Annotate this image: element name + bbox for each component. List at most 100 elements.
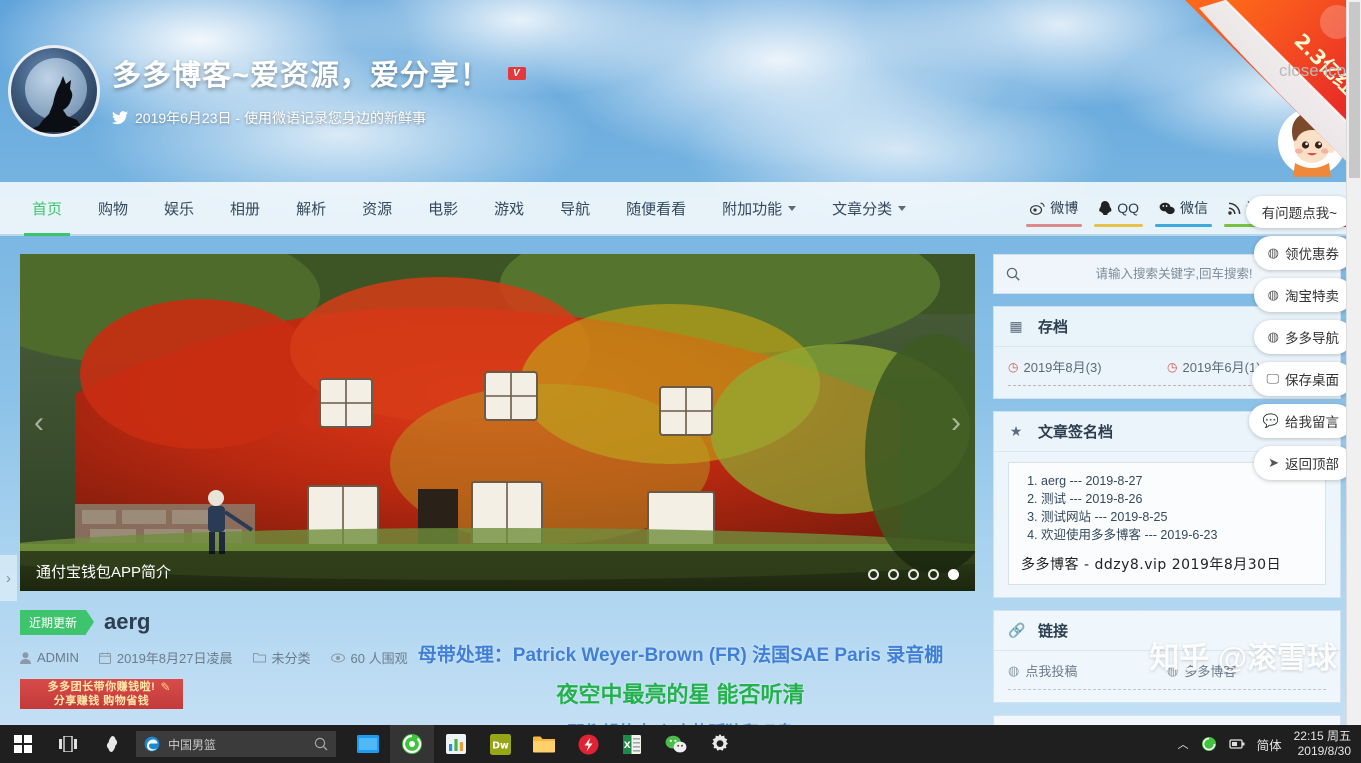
- vertical-scrollbar[interactable]: [1346, 0, 1361, 725]
- taskbar-app-browser[interactable]: [390, 725, 434, 763]
- task-view-button[interactable]: [46, 725, 90, 763]
- social-underline: [1026, 224, 1083, 227]
- taskbar-app-wechat[interactable]: [654, 725, 698, 763]
- float-tip[interactable]: 有问题点我~: [1245, 196, 1353, 228]
- scrollbar-thumb[interactable]: [1349, 2, 1360, 178]
- slider-prev-arrow[interactable]: ‹: [34, 407, 44, 438]
- list-item[interactable]: 测试 --- 2019-8-26: [1041, 490, 1313, 508]
- signature-footer: 多多博客 - ddzy8.vip 2019年8月30日: [1021, 557, 1282, 573]
- nav-item-games[interactable]: 游戏: [476, 182, 542, 234]
- settings-gear-icon: [712, 734, 728, 751]
- float-button-navigation[interactable]: ◍ 多多导航: [1253, 320, 1353, 354]
- featured-slider[interactable]: ‹ › 通付宝钱包APP简介: [20, 254, 975, 591]
- corner-peel-ad[interactable]: 2.3亿红包 close-icon: [1185, 0, 1361, 176]
- chevron-down-icon: [898, 205, 907, 211]
- dreamweaver-icon: Dw: [489, 733, 511, 755]
- calendar-icon: ▦: [1009, 318, 1023, 334]
- site-avatar: [8, 45, 100, 137]
- nav-label: 文章分类: [832, 200, 893, 218]
- float-tip-label: 有问题点我~: [1261, 206, 1337, 221]
- nav-label: 首页: [32, 200, 63, 218]
- slider-next-arrow[interactable]: ›: [951, 407, 961, 438]
- float-button-taobao[interactable]: ◍ 淘宝特卖: [1253, 278, 1353, 312]
- list-item[interactable]: 测试网站 --- 2019-8-25: [1041, 508, 1313, 526]
- clock-time: 22:15 周五: [1293, 729, 1351, 743]
- cortana-button[interactable]: [90, 725, 134, 763]
- site-subtitle: 2019年6月23日 - 使用微语记录您身边的新鲜事: [112, 108, 426, 128]
- nav-item-album[interactable]: 相册: [212, 182, 278, 234]
- taskbar-search-box[interactable]: 中国男篮: [136, 731, 336, 757]
- float-button-coupons[interactable]: ◍ 领优惠券: [1253, 236, 1353, 270]
- link-label: 多多博客: [1184, 664, 1237, 679]
- user-icon: [20, 651, 31, 664]
- slider-dot-1[interactable]: [868, 569, 879, 580]
- links-body: ◍ 点我投稿 ◍ 多多博客: [994, 651, 1340, 702]
- article-title[interactable]: aerg: [104, 609, 150, 635]
- link-item-blog[interactable]: ◍ 多多博客: [1167, 661, 1326, 680]
- nav-item-home[interactable]: 首页: [14, 182, 80, 236]
- clock-icon: ◷: [1008, 359, 1019, 374]
- nav-label: 游戏: [494, 200, 525, 218]
- 360-tray-icon[interactable]: [1201, 736, 1217, 752]
- nav-item-parse[interactable]: 解析: [278, 182, 344, 234]
- taskbar-app-excel[interactable]: X: [610, 725, 654, 763]
- article-meta: ADMIN 2019年8月27日凌晨 未分类 60 人围观: [20, 648, 975, 667]
- slider-image-ivy-cottage: [20, 254, 975, 591]
- close-icon[interactable]: close-icon: [1279, 62, 1356, 79]
- tray-icon[interactable]: [1228, 737, 1245, 751]
- taskbar-search-text: 中国男篮: [168, 737, 217, 752]
- taskbar-app-dreamweaver[interactable]: Dw: [478, 725, 522, 763]
- link-item-submit[interactable]: ◍ 点我投稿: [1008, 661, 1167, 680]
- nav-item-navigation[interactable]: 导航: [542, 182, 608, 234]
- taskbar-app-chart[interactable]: [434, 725, 478, 763]
- wechat-icon: [1159, 202, 1175, 214]
- taskbar-app-settings[interactable]: [698, 725, 742, 763]
- social-link-wechat[interactable]: 微信: [1149, 182, 1218, 234]
- social-link-qq[interactable]: QQ: [1088, 182, 1149, 234]
- archive-item-label: 2019年8月(3): [1023, 360, 1102, 375]
- nav-item-extra-features[interactable]: 附加功能: [704, 182, 814, 234]
- list-item[interactable]: 欢迎使用多多博客 --- 2019-6-23: [1041, 526, 1313, 544]
- qq-icon: [1099, 201, 1112, 215]
- nav-item-movies[interactable]: 电影: [410, 182, 476, 234]
- slider-dots: [868, 569, 959, 580]
- search-icon: [1006, 267, 1020, 281]
- slider-dot-4[interactable]: [928, 569, 939, 580]
- windows-start-icon: [14, 735, 32, 753]
- widget-links: 🔗 链接 ◍ 点我投稿 ◍ 多多博客: [993, 610, 1341, 703]
- taskbar-app-window[interactable]: [346, 725, 390, 763]
- float-button-save-desktop[interactable]: 🖵 保存桌面: [1252, 362, 1353, 396]
- links-title: 🔗 链接: [994, 611, 1340, 651]
- side-panel-toggle[interactable]: ›: [0, 555, 17, 601]
- ime-indicator[interactable]: 简体: [1257, 735, 1282, 754]
- page-content: ‹ › 通付宝钱包APP简介 近期更新 aerg ADMIN 2019年8月27…: [0, 236, 1361, 725]
- system-tray: ︿ 简体 22:15 周五 2019/8/30: [1178, 729, 1361, 759]
- archive-title-text: 存档: [1038, 319, 1069, 336]
- taskbar-clock[interactable]: 22:15 周五 2019/8/30: [1294, 729, 1351, 759]
- eye-icon: [330, 653, 345, 662]
- slider-dot-5[interactable]: [948, 569, 959, 580]
- slider-dot-2[interactable]: [888, 569, 899, 580]
- float-button-back-to-top[interactable]: ➤ 返回顶部: [1254, 446, 1353, 480]
- nav-item-browse[interactable]: 随便看看: [608, 182, 704, 234]
- site-title: 多多博客~爱资源，爱分享！ V: [112, 52, 526, 94]
- float-button-label: 给我留言: [1285, 415, 1339, 430]
- article-header: 近期更新 aerg: [20, 609, 975, 635]
- send-icon: ➤: [1268, 455, 1279, 470]
- nav-item-shopping[interactable]: 购物: [80, 182, 146, 234]
- meta-author: ADMIN: [20, 650, 79, 665]
- float-button-leave-message[interactable]: 💬 给我留言: [1248, 404, 1353, 438]
- nav-item-resources[interactable]: 资源: [344, 182, 410, 234]
- archive-item-aug[interactable]: ◷ 2019年8月(3): [1008, 357, 1167, 376]
- article-ad-banner[interactable]: ✎ 多多团长带你赚钱啦! 分享赚钱 购物省钱: [20, 679, 183, 709]
- social-link-weibo[interactable]: 微博: [1020, 182, 1088, 234]
- slider-dot-3[interactable]: [908, 569, 919, 580]
- nav-item-entertainment[interactable]: 娱乐: [146, 182, 212, 234]
- social-label: 微博: [1050, 200, 1079, 216]
- nav-item-article-categories[interactable]: 文章分类: [814, 182, 924, 234]
- taskbar-app-xunlei[interactable]: [566, 725, 610, 763]
- start-button[interactable]: [0, 735, 46, 753]
- meta-category[interactable]: 未分类: [252, 648, 311, 667]
- tray-expand-chevron[interactable]: ︿: [1178, 736, 1189, 752]
- taskbar-app-explorer[interactable]: [522, 725, 566, 763]
